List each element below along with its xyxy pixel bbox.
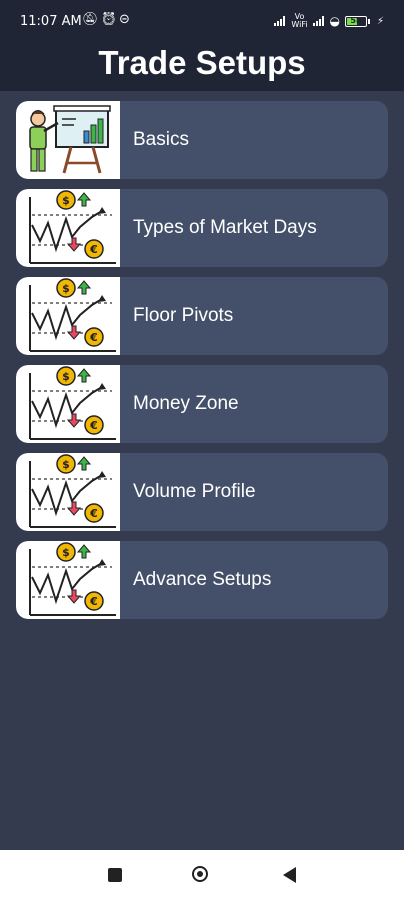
menu-item-label: Types of Market Days: [133, 217, 317, 238]
recents-square-icon[interactable]: [108, 868, 122, 882]
volte-label: Vo WiFi: [291, 12, 308, 29]
home-circle-icon[interactable]: [192, 866, 208, 882]
app-header: Trade Setups: [0, 42, 404, 91]
back-triangle-icon[interactable]: [283, 867, 296, 883]
sync-icon: ⊝: [119, 12, 132, 27]
menu-item-label: Money Zone: [133, 393, 239, 414]
status-time: 11:07 AM: [20, 14, 82, 29]
menu-item-label: Basics: [133, 129, 189, 150]
market-chart-icon: [16, 365, 120, 443]
market-chart-icon: [16, 189, 120, 267]
menu-item-floor-pivots[interactable]: Floor Pivots: [16, 277, 388, 355]
wifi-icon: ◒: [329, 14, 340, 28]
battery-icon: 58: [344, 15, 370, 27]
menu-item-label: Advance Setups: [133, 569, 272, 590]
mute-icon: 🔕︎: [82, 12, 101, 27]
market-chart-icon: [16, 541, 120, 619]
status-system-icons: Vo WiFi ◒ 58 ⚡︎: [274, 13, 384, 29]
signal-icon: [274, 16, 286, 26]
alarm-icon: ⏰︎: [100, 12, 120, 27]
menu-item-label: Floor Pivots: [133, 305, 234, 326]
status-notification-icons: 🔕︎⏰︎⊝: [82, 12, 132, 27]
status-bar: 11:07 AM 🔕︎⏰︎⊝ Vo WiFi ◒ 58 ⚡︎: [0, 0, 404, 42]
menu-item-basics[interactable]: Basics: [16, 101, 388, 179]
signal-icon-2: [313, 16, 325, 26]
menu-item-advance-setups[interactable]: Advance Setups: [16, 541, 388, 619]
presentation-icon: [16, 101, 120, 179]
market-chart-icon: [16, 453, 120, 531]
battery-level: 58: [350, 15, 362, 25]
menu-item-volume-profile[interactable]: Volume Profile: [16, 453, 388, 531]
charging-icon: ⚡︎: [376, 15, 384, 27]
page-title: Trade Setups: [98, 44, 306, 81]
market-chart-icon: [16, 277, 120, 355]
menu-item-money-zone[interactable]: Money Zone: [16, 365, 388, 443]
system-nav-bar: [0, 850, 404, 900]
setup-list: Basics Types of Market Days Floor Pivots…: [16, 101, 388, 629]
menu-item-label: Volume Profile: [133, 481, 256, 502]
menu-item-types-of-market-days[interactable]: Types of Market Days: [16, 189, 388, 267]
